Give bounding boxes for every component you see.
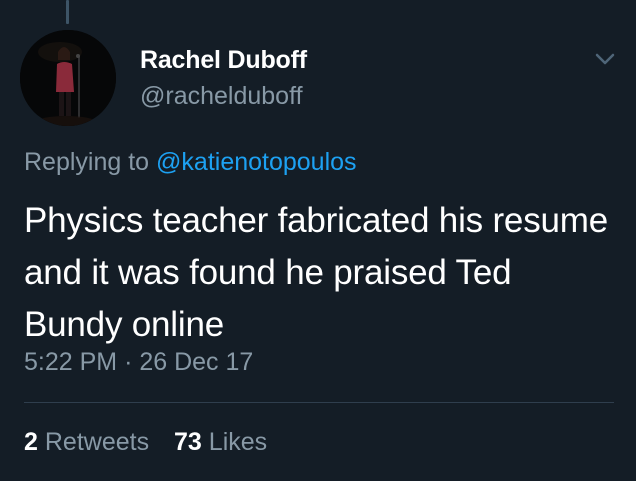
avatar-photo-icon bbox=[20, 30, 116, 126]
thread-connector-line bbox=[66, 0, 69, 24]
replying-to-prefix: Replying to bbox=[24, 148, 150, 176]
tweet-text: Physics teacher fabricated his resume an… bbox=[24, 201, 608, 344]
author-display-name[interactable]: Rachel Duboff bbox=[140, 46, 307, 75]
tweet-timestamp[interactable]: 5:22 PM · 26 Dec 17 bbox=[24, 348, 253, 377]
replying-to-line: Replying to @katienotopoulos bbox=[24, 148, 357, 177]
tweet-time: 5:22 PM bbox=[24, 348, 118, 376]
avatar[interactable] bbox=[20, 30, 116, 126]
divider bbox=[24, 402, 614, 403]
likes-label: Likes bbox=[208, 428, 268, 456]
retweets-stat[interactable]: 2 Retweets bbox=[24, 428, 149, 457]
likes-stat[interactable]: 73 Likes bbox=[174, 428, 267, 457]
tweet-stats: 2 Retweets 73 Likes bbox=[24, 428, 267, 457]
retweets-label: Retweets bbox=[44, 428, 150, 456]
author-handle[interactable]: @rachelduboff bbox=[140, 82, 303, 111]
timestamp-separator: · bbox=[124, 348, 133, 376]
retweets-count: 2 bbox=[24, 428, 38, 456]
replying-to-mention-link[interactable]: @katienotopoulos bbox=[156, 148, 357, 176]
tweet-date: 26 Dec 17 bbox=[139, 348, 254, 376]
likes-count: 73 bbox=[174, 428, 202, 456]
chevron-down-icon[interactable] bbox=[592, 50, 618, 68]
